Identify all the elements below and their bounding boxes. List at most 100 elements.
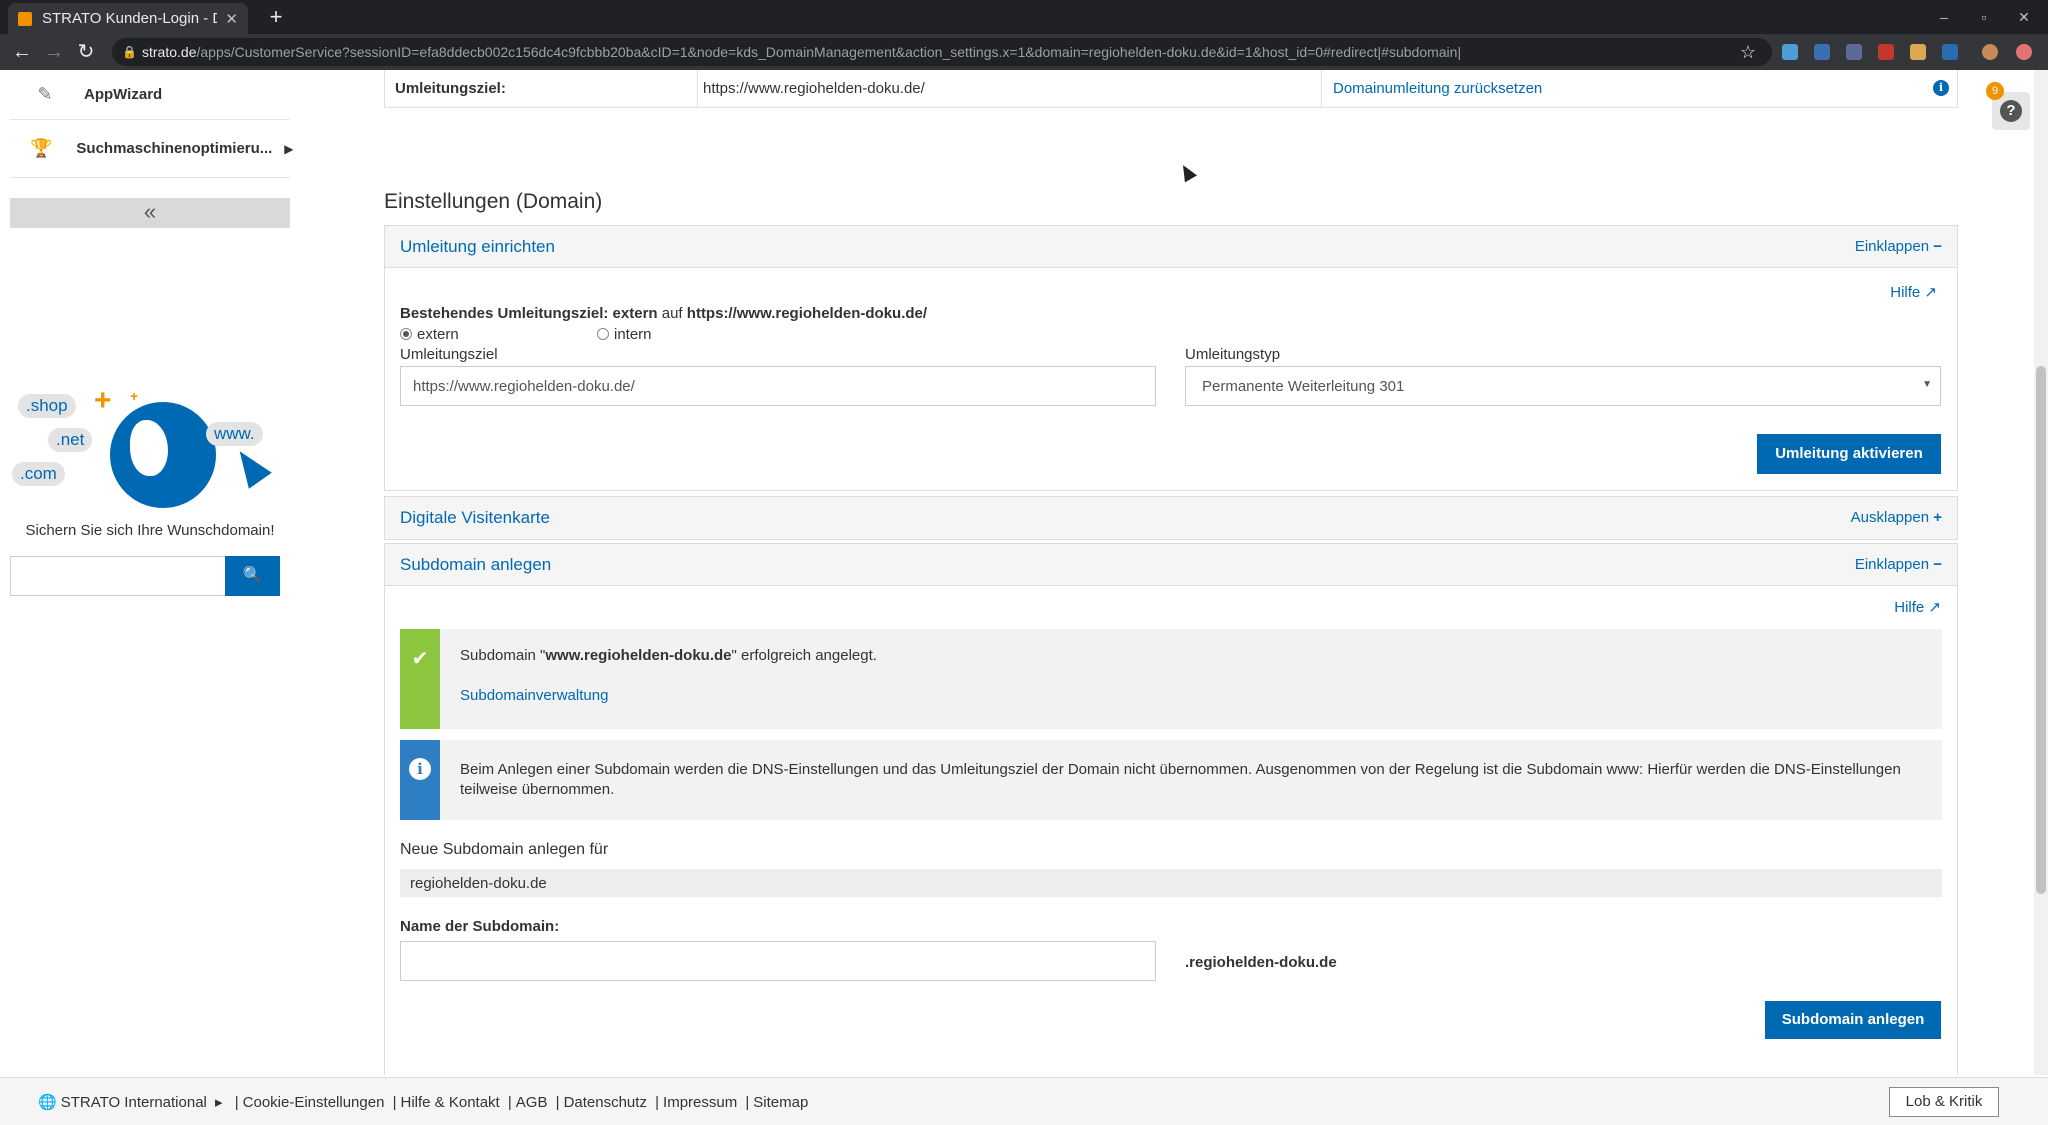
vcard-panel-header[interactable]: Digitale Visitenkarte Ausklappen + [385, 497, 1957, 539]
extension-icon[interactable] [1942, 44, 1958, 60]
minus-icon: − [1933, 238, 1942, 255]
sidebar-item-appwizard[interactable]: ✎ AppWizard [10, 70, 290, 120]
plus-icon: + [130, 388, 139, 404]
globe-icon [110, 402, 216, 508]
browser-tab[interactable]: STRATO Kunden-Login - D ✕ [8, 3, 248, 34]
help-label: Hilfe [1890, 284, 1921, 301]
radio-extern-label: extern [417, 326, 459, 343]
existing-url: https://www.regiohelden-doku.de/ [686, 305, 928, 322]
success-message: Subdomain "www.regiohelden-doku.de" erfo… [460, 647, 877, 664]
extension-icon[interactable] [1814, 44, 1830, 60]
success-suffix: " erfolgreich angelegt. [731, 647, 877, 664]
minus-icon: − [1933, 556, 1942, 573]
footer-link-imprint[interactable]: Impressum [663, 1094, 737, 1111]
alert-bar [400, 629, 440, 729]
footer-link-cookies[interactable]: Cookie-Einstellungen [243, 1094, 385, 1111]
panel-title: Digitale Visitenkarte [400, 508, 550, 527]
cursor-arrow-icon [228, 443, 272, 489]
profile-avatar[interactable] [1982, 44, 1998, 60]
redirect-target-input[interactable]: https://www.regiohelden-doku.de/ [400, 366, 1156, 406]
domain-search-button[interactable]: 🔍 [225, 556, 280, 596]
extension-icon[interactable] [1782, 44, 1798, 60]
column-divider [1321, 70, 1322, 108]
parent-domain-field: regiohelden-doku.de [400, 869, 1942, 897]
redirect-target-label: Umleitungsziel: [395, 80, 506, 97]
separator: | [655, 1094, 660, 1111]
radio-extern[interactable] [400, 328, 412, 340]
alert-bar [400, 740, 440, 820]
forward-icon[interactable]: → [40, 38, 68, 66]
footer-link-help[interactable]: Hilfe & Kontakt [401, 1094, 500, 1111]
plus-icon: + [94, 384, 112, 417]
caret-right-icon: ▸ [215, 1094, 223, 1111]
reload-icon[interactable]: ↻ [72, 38, 100, 66]
existing-redirect-text: Bestehendes Umleitungsziel: extern auf h… [400, 305, 927, 322]
restore-icon[interactable]: ▫ [1964, 0, 2004, 34]
back-icon[interactable]: ← [8, 38, 36, 66]
minimize-icon[interactable]: – [1924, 0, 1964, 34]
footer: 🌐 STRATO International ▸ | Cookie-Einstell… [0, 1077, 2048, 1125]
strato-favicon-icon [18, 11, 32, 26]
section-title: Einstellungen (Domain) [384, 190, 603, 213]
footer-links: 🌐 STRATO International ▸ | Cookie-Einstell… [34, 1093, 808, 1111]
bookmark-star-icon[interactable]: ☆ [1734, 38, 1762, 66]
footer-link-sitemap[interactable]: Sitemap [753, 1094, 808, 1111]
toggle-label: Einklappen [1854, 556, 1930, 573]
extension-icon[interactable] [1846, 44, 1862, 60]
radio-intern[interactable] [597, 328, 609, 340]
separator: | [507, 1094, 512, 1111]
subdomain-management-link[interactable]: Subdomainverwaltung [460, 687, 608, 704]
update-icon[interactable] [2016, 44, 2032, 60]
footer-link-privacy[interactable]: Datenschutz [564, 1094, 647, 1111]
collapse-toggle[interactable]: Einklappen − [1855, 556, 1942, 573]
column-divider [697, 70, 698, 108]
footer-link-agb[interactable]: AGB [516, 1094, 548, 1111]
info-icon[interactable]: i [1933, 80, 1949, 96]
sidebar-item-label: AppWizard [84, 86, 163, 103]
create-subdomain-button[interactable]: Subdomain anlegen [1765, 1001, 1941, 1039]
plus-icon: + [1933, 509, 1942, 526]
expand-toggle[interactable]: Ausklappen + [1851, 509, 1942, 526]
redirect-type-select[interactable]: Permanente Weiterleitung 301 ▼ [1185, 366, 1941, 406]
domain-search-input[interactable] [10, 556, 226, 596]
info-alert: i Beim Anlegen einer Subdomain werden di… [400, 740, 1942, 820]
chevron-right-icon: ▶ [284, 141, 294, 156]
tld-bubble-shop: .shop [18, 394, 76, 418]
extension-icon[interactable] [1878, 44, 1894, 60]
separator: | [392, 1094, 397, 1111]
existing-mid: auf [661, 305, 683, 322]
tld-bubble-net: .net [48, 428, 93, 452]
new-tab-button[interactable]: + [262, 3, 290, 31]
current-redirect-row: Umleitungsziel: https://www.regiohelden-… [384, 70, 1958, 108]
help-label: Hilfe [1894, 599, 1925, 616]
url-path: /apps/CustomerService?sessionID=efa8ddec… [196, 44, 1462, 60]
scrollbar-thumb[interactable] [2036, 366, 2046, 894]
help-link[interactable]: Hilfe ↗ [1890, 283, 1937, 301]
info-message: Beim Anlegen einer Subdomain werden die … [460, 761, 1901, 798]
footer-link-international[interactable]: STRATO International [61, 1094, 207, 1111]
close-tab-icon[interactable]: ✕ [225, 10, 238, 28]
success-prefix: Subdomain " [460, 647, 546, 664]
collapse-sidebar-button[interactable]: « [10, 198, 290, 228]
domain-promo-graphic: .shop .net .com + + www. [10, 310, 290, 520]
subdomain-name-input[interactable] [400, 941, 1156, 981]
collapse-toggle[interactable]: Einklappen − [1855, 238, 1942, 255]
help-widget[interactable]: ? 9 [1986, 82, 2030, 130]
address-bar[interactable]: 🔒 strato.de/apps/CustomerService?session… [112, 38, 1772, 66]
sidebar-item-seo[interactable]: 🏆 Suchmaschinenoptimieru... ▶ [10, 120, 294, 178]
reset-redirect-link[interactable]: Domainumleitung zurücksetzen [1333, 80, 1542, 97]
feedback-button[interactable]: Lob & Kritik [1889, 1087, 1999, 1117]
magic-wand-icon: ✎ [37, 84, 53, 104]
close-window-icon[interactable]: ✕ [2004, 0, 2044, 34]
toggle-label: Einklappen [1854, 238, 1930, 255]
tab-title: STRATO Kunden-Login - D [42, 10, 218, 27]
redirect-panel-header[interactable]: Umleitung einrichten Einklappen − [385, 226, 1957, 268]
extension-icon[interactable] [1910, 44, 1926, 60]
scrollbar[interactable] [2034, 70, 2048, 1075]
separator: | [234, 1094, 239, 1111]
help-link[interactable]: Hilfe ↗ [1894, 598, 1941, 616]
promo-text: Sichern Sie sich Ihre Wunschdomain! [25, 522, 275, 539]
external-link-icon: ↗ [1924, 284, 1937, 301]
subdomain-panel-header[interactable]: Subdomain anlegen Einklappen − [385, 544, 1957, 586]
activate-redirect-button[interactable]: Umleitung aktivieren [1757, 434, 1941, 474]
